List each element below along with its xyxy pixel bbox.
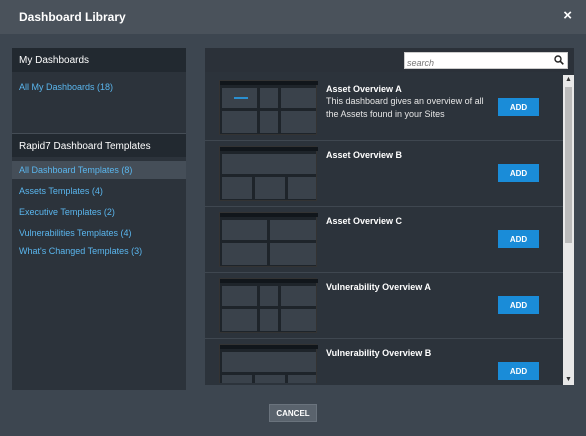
search-icon[interactable] bbox=[554, 55, 564, 65]
template-thumbnail bbox=[219, 212, 318, 267]
template-row: Asset Overview B ADD bbox=[205, 141, 563, 207]
dialog-title: Dashboard Library bbox=[19, 10, 126, 24]
template-row: Vulnerability Overview A ADD bbox=[205, 273, 563, 339]
template-name: Asset Overview A bbox=[326, 84, 402, 94]
template-list: Asset Overview A This dashboard gives an… bbox=[205, 75, 563, 383]
close-icon[interactable]: × bbox=[563, 7, 572, 24]
template-thumbnail bbox=[219, 278, 318, 333]
dialog-header: Dashboard Library × bbox=[0, 0, 586, 34]
template-list-scrollbar[interactable]: ▲ ▼ bbox=[563, 75, 574, 385]
template-name: Asset Overview B bbox=[326, 150, 403, 160]
search-box[interactable] bbox=[404, 52, 568, 71]
scroll-down-icon[interactable]: ▼ bbox=[563, 375, 574, 385]
template-panel: Asset Overview A This dashboard gives an… bbox=[205, 48, 574, 385]
template-thumbnail bbox=[219, 146, 318, 201]
template-name: Vulnerability Overview A bbox=[326, 282, 431, 292]
panel-toolbar bbox=[205, 48, 574, 72]
template-thumbnail bbox=[219, 344, 318, 383]
sidebar-item-vulnerabilities-templates[interactable]: Vulnerabilities Templates (4) bbox=[12, 224, 186, 242]
add-button[interactable]: ADD bbox=[498, 362, 539, 380]
search-input[interactable] bbox=[405, 55, 545, 71]
sidebar: My Dashboards All My Dashboards (18) Rap… bbox=[12, 48, 186, 390]
template-row: Asset Overview C ADD bbox=[205, 207, 563, 273]
add-button[interactable]: ADD bbox=[498, 296, 539, 314]
template-name: Asset Overview C bbox=[326, 216, 403, 226]
sidebar-item-all-my-dashboards[interactable]: All My Dashboards (18) bbox=[12, 78, 186, 96]
sidebar-item-executive-templates[interactable]: Executive Templates (2) bbox=[12, 203, 186, 221]
sidebar-item-assets-templates[interactable]: Assets Templates (4) bbox=[12, 182, 186, 200]
template-thumbnail bbox=[219, 80, 318, 135]
add-button[interactable]: ADD bbox=[498, 164, 539, 182]
scroll-up-icon[interactable]: ▲ bbox=[563, 75, 574, 85]
add-button[interactable]: ADD bbox=[498, 230, 539, 248]
scrollbar-thumb[interactable] bbox=[565, 87, 572, 243]
sidebar-item-all-dashboard-templates[interactable]: All Dashboard Templates (8) bbox=[12, 161, 186, 179]
template-row: Asset Overview A This dashboard gives an… bbox=[205, 75, 563, 141]
sidebar-item-whats-changed-templates[interactable]: What's Changed Templates (3) bbox=[12, 242, 186, 260]
add-button[interactable]: ADD bbox=[498, 98, 539, 116]
cancel-button[interactable]: CANCEL bbox=[269, 404, 317, 422]
template-row: Vulnerability Overview B ADD bbox=[205, 339, 563, 383]
my-dashboards-heading: My Dashboards bbox=[12, 48, 186, 72]
templates-heading: Rapid7 Dashboard Templates bbox=[12, 133, 186, 157]
template-name: Vulnerability Overview B bbox=[326, 348, 432, 358]
template-description: This dashboard gives an overview of all … bbox=[326, 96, 484, 119]
